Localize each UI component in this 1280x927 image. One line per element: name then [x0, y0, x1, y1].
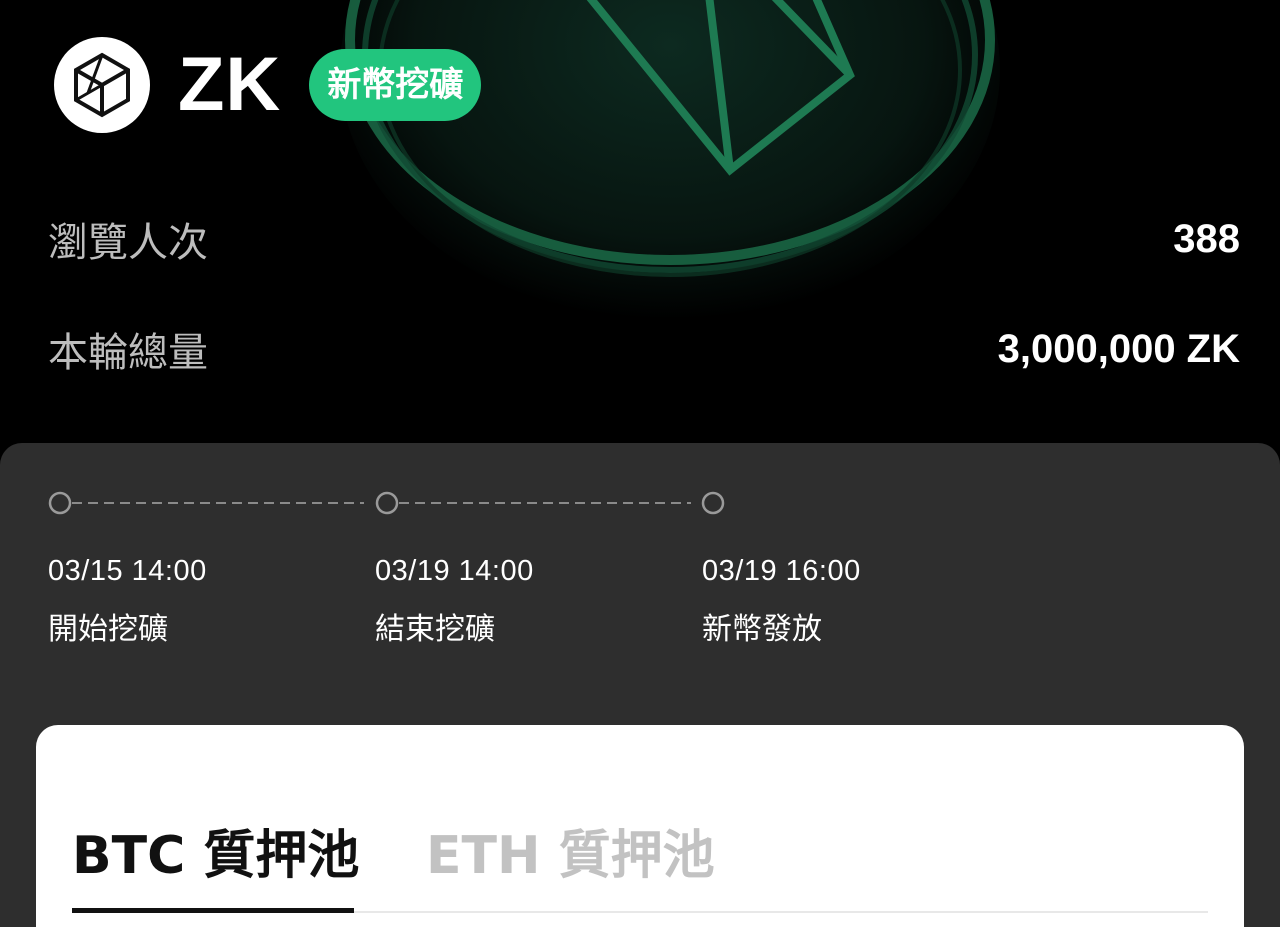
milestone-label: 開始挖礦	[48, 612, 168, 647]
total-supply-label: 本輪總量	[48, 330, 208, 376]
tab-btc-pool[interactable]: BTC 質押池	[72, 813, 359, 888]
milestone-time: 03/19 14:00	[375, 555, 534, 587]
milestone-time: 03/15 14:00	[48, 555, 207, 587]
mining-page: ZK 新幣挖礦 瀏覽人次 388 本輪總量 3,000,000 ZK 03/15…	[0, 0, 1280, 927]
token-header: ZK 新幣挖礦	[54, 36, 482, 134]
views-row: 瀏覽人次 388	[48, 210, 1240, 268]
pool-tabs: BTC 質押池 ETH 質押池	[72, 803, 1208, 913]
timeline-dot-release	[701, 491, 725, 515]
milestone-end: 03/19 14:00 結束挖礦	[375, 555, 534, 648]
timeline-dot-end	[375, 491, 399, 515]
pool-card: BTC 質押池 ETH 質押池	[36, 725, 1244, 927]
token-name: ZK	[178, 42, 282, 127]
views-label: 瀏覽人次	[48, 220, 208, 266]
total-supply-row: 本輪總量 3,000,000 ZK	[48, 320, 1240, 378]
zk-cube-logo-icon	[54, 37, 150, 133]
active-tab-indicator	[72, 908, 354, 913]
milestone-time: 03/19 16:00	[702, 555, 861, 587]
timeline-track	[48, 491, 725, 515]
milestone-release: 03/19 16:00 新幣發放	[702, 555, 861, 648]
mining-badge: 新幣挖礦	[309, 49, 482, 121]
total-supply-value: 3,000,000 ZK	[997, 326, 1240, 371]
milestone-label: 結束挖礦	[375, 612, 495, 647]
timeline-dot-start	[48, 491, 72, 515]
milestone-label: 新幣發放	[702, 612, 822, 647]
milestone-start: 03/15 14:00 開始挖礦	[48, 555, 207, 648]
tab-eth-pool[interactable]: ETH 質押池	[426, 813, 715, 888]
views-value: 388	[1173, 216, 1240, 261]
